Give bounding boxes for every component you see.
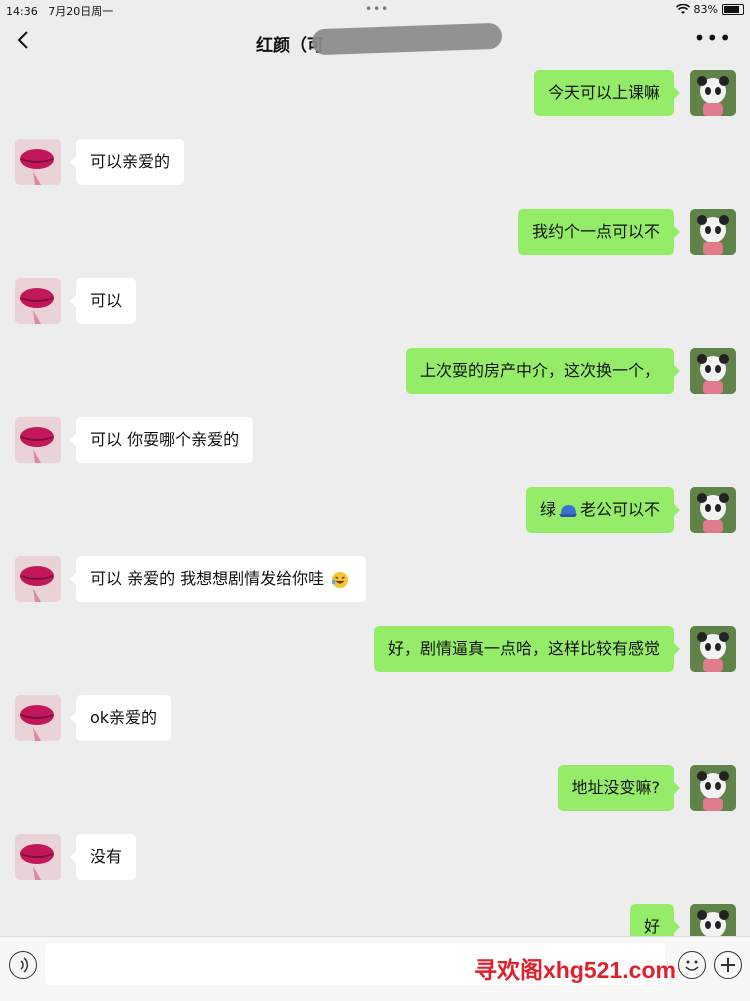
lips-avatar-icon [15,834,61,880]
message-row-received: 没有 [0,834,750,880]
panda-avatar-icon [690,765,736,811]
message-bubble[interactable]: 可以亲爱的 [69,139,185,185]
message-row-received: 可以亲爱的 [0,139,750,185]
battery-icon [722,4,744,15]
panda-avatar-icon [690,626,736,672]
message-row-sent: 绿 老公可以不 [0,487,750,533]
my-avatar[interactable] [690,626,736,672]
date-text: 7月20日周一 [48,5,114,18]
message-bubble[interactable]: 可以 你耍哪个亲爱的 [69,417,254,463]
message-text-part: 绿 [539,500,556,519]
contact-avatar[interactable] [15,695,61,741]
voice-button[interactable] [9,951,37,979]
contact-avatar[interactable] [15,417,61,463]
voice-icon [18,957,29,973]
battery-percent: 83% [693,3,718,16]
redaction-mark [311,22,503,56]
message-bubble[interactable]: 今天可以上课嘛 [533,70,681,116]
message-row-received: 可以 亲爱的 我想想剧情发给你哇 [0,556,750,602]
plus-button[interactable] [714,951,742,979]
watermark-text: 寻欢阁xhg521.com [474,957,676,983]
panda-avatar-icon [690,70,736,116]
chat-header: 红颜（可 ••• [0,20,750,64]
message-row-sent: 地址没变嘛? [0,765,750,811]
message-row-received: ok亲爱的 [0,695,750,741]
message-bubble[interactable]: 可以 亲爱的 我想想剧情发给你哇 [69,556,367,602]
lips-avatar-icon [15,139,61,185]
message-row-sent: 上次耍的房产中介，这次换一个， [0,348,750,394]
my-avatar[interactable] [690,765,736,811]
my-avatar[interactable] [690,487,736,533]
contact-avatar[interactable] [15,834,61,880]
message-bubble[interactable]: ok亲爱的 [69,695,172,741]
status-right: 83% [675,3,744,16]
time-text: 14:36 [6,5,38,18]
message-bubble[interactable]: 没有 [69,834,137,880]
multitask-dots-icon[interactable]: ••• [365,2,389,16]
contact-avatar[interactable] [15,278,61,324]
my-avatar[interactable] [690,209,736,255]
message-row-received: 可以 [0,278,750,324]
panda-avatar-icon [690,209,736,255]
lips-avatar-icon [15,556,61,602]
message-row-sent: 我约个一点可以不 [0,209,750,255]
message-text-part: 可以 亲爱的 我想想剧情发给你哇 [90,569,325,588]
contact-avatar[interactable] [15,556,61,602]
lips-avatar-icon [15,417,61,463]
my-avatar[interactable] [690,70,736,116]
more-options-button[interactable]: ••• [694,26,732,50]
message-bubble[interactable]: 我约个一点可以不 [517,209,681,255]
lips-avatar-icon [15,695,61,741]
laughing-tears-emoji-icon [332,571,349,588]
message-bubble[interactable]: 地址没变嘛? [557,765,680,811]
emoji-button[interactable] [678,951,706,979]
message-row-sent: 好，剧情逼真一点哈，这样比较有感觉 [0,626,750,672]
status-time: 14:36 7月20日周一 [6,3,113,19]
message-text-part: 老公可以不 [579,500,660,519]
message-bubble[interactable]: 绿 老公可以不 [525,487,681,533]
panda-avatar-icon [690,348,736,394]
my-avatar[interactable] [690,348,736,394]
status-bar: 14:36 7月20日周一 ••• 83% [0,0,750,20]
blue-cap-emoji-icon [558,504,577,517]
contact-avatar[interactable] [15,139,61,185]
lips-avatar-icon [15,278,61,324]
wifi-icon [675,4,690,14]
back-button[interactable] [16,29,30,57]
message-bubble[interactable]: 可以 [69,278,137,324]
message-bubble[interactable]: 好，剧情逼真一点哈，这样比较有感觉 [373,626,681,672]
message-row-received: 可以 你耍哪个亲爱的 [0,417,750,463]
panda-avatar-icon [690,487,736,533]
chevron-left-icon [17,31,28,49]
message-row-sent: 今天可以上课嘛 [0,70,750,116]
message-bubble[interactable]: 上次耍的房产中介，这次换一个， [405,348,681,394]
smiley-icon [685,960,699,971]
